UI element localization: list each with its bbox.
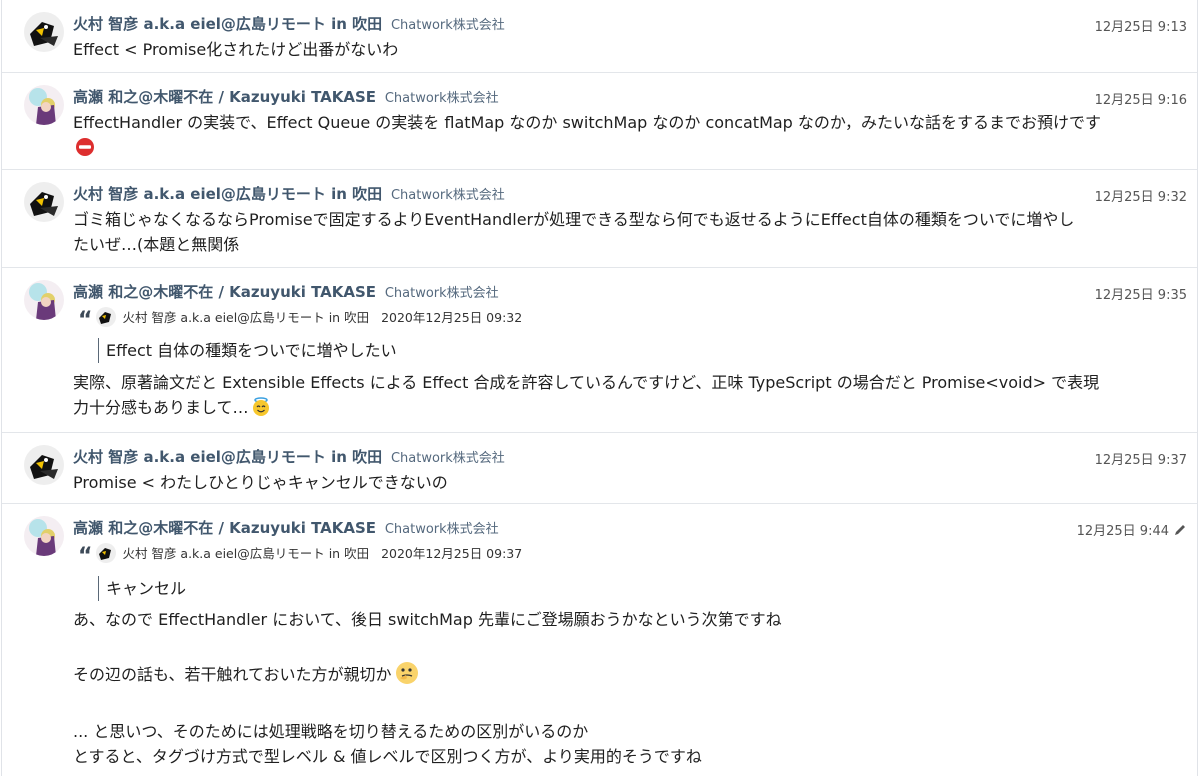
- message-header: 火村 智彦 a.k.a eiel@広島リモート in 吹田 Chatwork株式…: [73, 184, 505, 206]
- timestamp[interactable]: 12月25日 9:13: [1095, 16, 1187, 35]
- sender-name[interactable]: 火村 智彦 a.k.a eiel@広島リモート in 吹田: [73, 448, 382, 466]
- timestamp[interactable]: 12月25日 9:35: [1095, 284, 1187, 303]
- message: 高瀬 和之@木曜不在 / Kazuyuki TAKASE Chatwork株式会…: [2, 504, 1197, 776]
- message-line: EffectHandler の実装で、Effect Queue の実装を fla…: [73, 113, 1101, 132]
- quote-author[interactable]: 火村 智彦 a.k.a eiel@広島リモート in 吹田: [122, 310, 369, 325]
- message-header: 高瀬 和之@木曜不在 / Kazuyuki TAKASE Chatwork株式会…: [73, 518, 499, 540]
- sender-name[interactable]: 高瀬 和之@木曜不在 / Kazuyuki TAKASE: [73, 519, 376, 537]
- timestamp[interactable]: 12月25日 9:16: [1095, 89, 1187, 108]
- message-body: Promise < わたしひとりじゃキャンセルできないの: [73, 470, 1143, 495]
- message-header: 高瀬 和之@木曜不在 / Kazuyuki TAKASE Chatwork株式会…: [73, 282, 499, 304]
- message: 高瀬 和之@木曜不在 / Kazuyuki TAKASE Chatwork株式会…: [2, 268, 1197, 433]
- message-line: Effect < Promise化されたけど出番がないわ: [73, 40, 399, 59]
- message-line: [73, 691, 1143, 719]
- message-body: Effect < Promise化されたけど出番がないわ: [73, 37, 1143, 62]
- org-label: Chatwork株式会社: [390, 451, 505, 466]
- message-body: ゴミ箱じゃなくなるならPromiseで固定するよりEventHandlerが処理…: [73, 207, 1143, 257]
- avatar-hiomura-small[interactable]: [96, 307, 117, 327]
- avatar-takase[interactable]: [24, 280, 64, 320]
- message-line: ゴミ箱じゃなくなるならPromiseで固定するよりEventHandlerが処理…: [73, 210, 1075, 229]
- quote-text: Effect 自体の種類をついでに増やしたい: [98, 338, 397, 363]
- avatar-takase[interactable]: [24, 85, 64, 125]
- message-line: Promise < わたしひとりじゃキャンセルできないの: [73, 473, 448, 492]
- message-line: 実際、原著論文だと Extensible Effects による Effect …: [73, 373, 1100, 392]
- org-label: Chatwork株式会社: [390, 18, 505, 33]
- avatar-hiomura-small[interactable]: [96, 543, 117, 563]
- timestamp[interactable]: 12月25日 9:32: [1095, 186, 1187, 205]
- message-line: [73, 632, 1143, 660]
- quote-icon: “: [78, 308, 93, 333]
- message-line: [73, 135, 1143, 164]
- avatar-hiomura[interactable]: [24, 12, 64, 52]
- message: 火村 智彦 a.k.a eiel@広島リモート in 吹田 Chatwork株式…: [2, 0, 1197, 73]
- message-body: 実際、原著論文だと Extensible Effects による Effect …: [73, 370, 1143, 424]
- quote-header: “ 火村 智彦 a.k.a eiel@広島リモート in 吹田 2020年12月25…: [78, 543, 522, 569]
- message-body: あ、なので EffectHandler において、後日 switchMap 先輩…: [73, 607, 1143, 769]
- quote-header: “ 火村 智彦 a.k.a eiel@広島リモート in 吹田 2020年12月25…: [78, 307, 522, 333]
- message-line: とすると、タグづけ方式で型レベル & 値レベルで区別つく方が、より実用的そうです…: [73, 747, 702, 766]
- message-line: 力十分感もありまして…: [73, 395, 1143, 424]
- message: 火村 智彦 a.k.a eiel@広島リモート in 吹田 Chatwork株式…: [2, 433, 1197, 504]
- org-label: Chatwork株式会社: [384, 91, 499, 106]
- quote-author[interactable]: 火村 智彦 a.k.a eiel@広島リモート in 吹田: [122, 546, 369, 561]
- quote-date[interactable]: 2020年12月25日 09:37: [381, 546, 522, 561]
- quote-text: キャンセル: [98, 576, 186, 601]
- message-line: その辺の話も、若干触れておいた方が親切か: [73, 660, 1143, 691]
- timestamp-text: 12月25日 9:44: [1076, 524, 1169, 539]
- thinking-face-icon: [394, 660, 420, 693]
- org-label: Chatwork株式会社: [384, 522, 499, 537]
- org-label: Chatwork株式会社: [390, 188, 505, 203]
- timestamp[interactable]: 12月25日 9:44: [1077, 520, 1187, 539]
- avatar-takase[interactable]: [24, 516, 64, 556]
- edit-pencil-icon: [1173, 523, 1187, 537]
- org-label: Chatwork株式会社: [384, 286, 499, 301]
- chat-timeline: 火村 智彦 a.k.a eiel@広島リモート in 吹田 Chatwork株式…: [1, 0, 1198, 776]
- message-body: EffectHandler の実装で、Effect Queue の実装を fla…: [73, 110, 1143, 164]
- quote-icon: “: [78, 544, 93, 569]
- sender-name[interactable]: 火村 智彦 a.k.a eiel@広島リモート in 吹田: [73, 185, 382, 203]
- message-line: あ、なので EffectHandler において、後日 switchMap 先輩…: [73, 610, 782, 629]
- sender-name[interactable]: 高瀬 和之@木曜不在 / Kazuyuki TAKASE: [73, 283, 376, 301]
- message-header: 高瀬 和之@木曜不在 / Kazuyuki TAKASE Chatwork株式会…: [73, 87, 499, 109]
- smiling-halo-face-icon: [251, 397, 271, 424]
- message-header: 火村 智彦 a.k.a eiel@広島リモート in 吹田 Chatwork株式…: [73, 14, 505, 36]
- timestamp[interactable]: 12月25日 9:37: [1095, 449, 1187, 468]
- quote-date[interactable]: 2020年12月25日 09:32: [381, 310, 522, 325]
- avatar-hiomura[interactable]: [24, 445, 64, 485]
- message-line-text: 力十分感もありまして…: [73, 398, 249, 417]
- message-line-text: その辺の話も、若干触れておいた方が親切か: [73, 665, 392, 684]
- message-header: 火村 智彦 a.k.a eiel@広島リモート in 吹田 Chatwork株式…: [73, 447, 505, 469]
- sender-name[interactable]: 火村 智彦 a.k.a eiel@広島リモート in 吹田: [73, 15, 382, 33]
- message-line: ... と思いつ、そのためには処理戦略を切り替えるための区別がいるのか: [73, 722, 589, 741]
- no-entry-icon: [75, 137, 95, 164]
- sender-name[interactable]: 高瀬 和之@木曜不在 / Kazuyuki TAKASE: [73, 88, 376, 106]
- avatar-hiomura[interactable]: [24, 182, 64, 222]
- message: 高瀬 和之@木曜不在 / Kazuyuki TAKASE Chatwork株式会…: [2, 73, 1197, 170]
- message-line: たいぜ…(本題と無関係: [73, 235, 240, 254]
- message: 火村 智彦 a.k.a eiel@広島リモート in 吹田 Chatwork株式…: [2, 170, 1197, 268]
